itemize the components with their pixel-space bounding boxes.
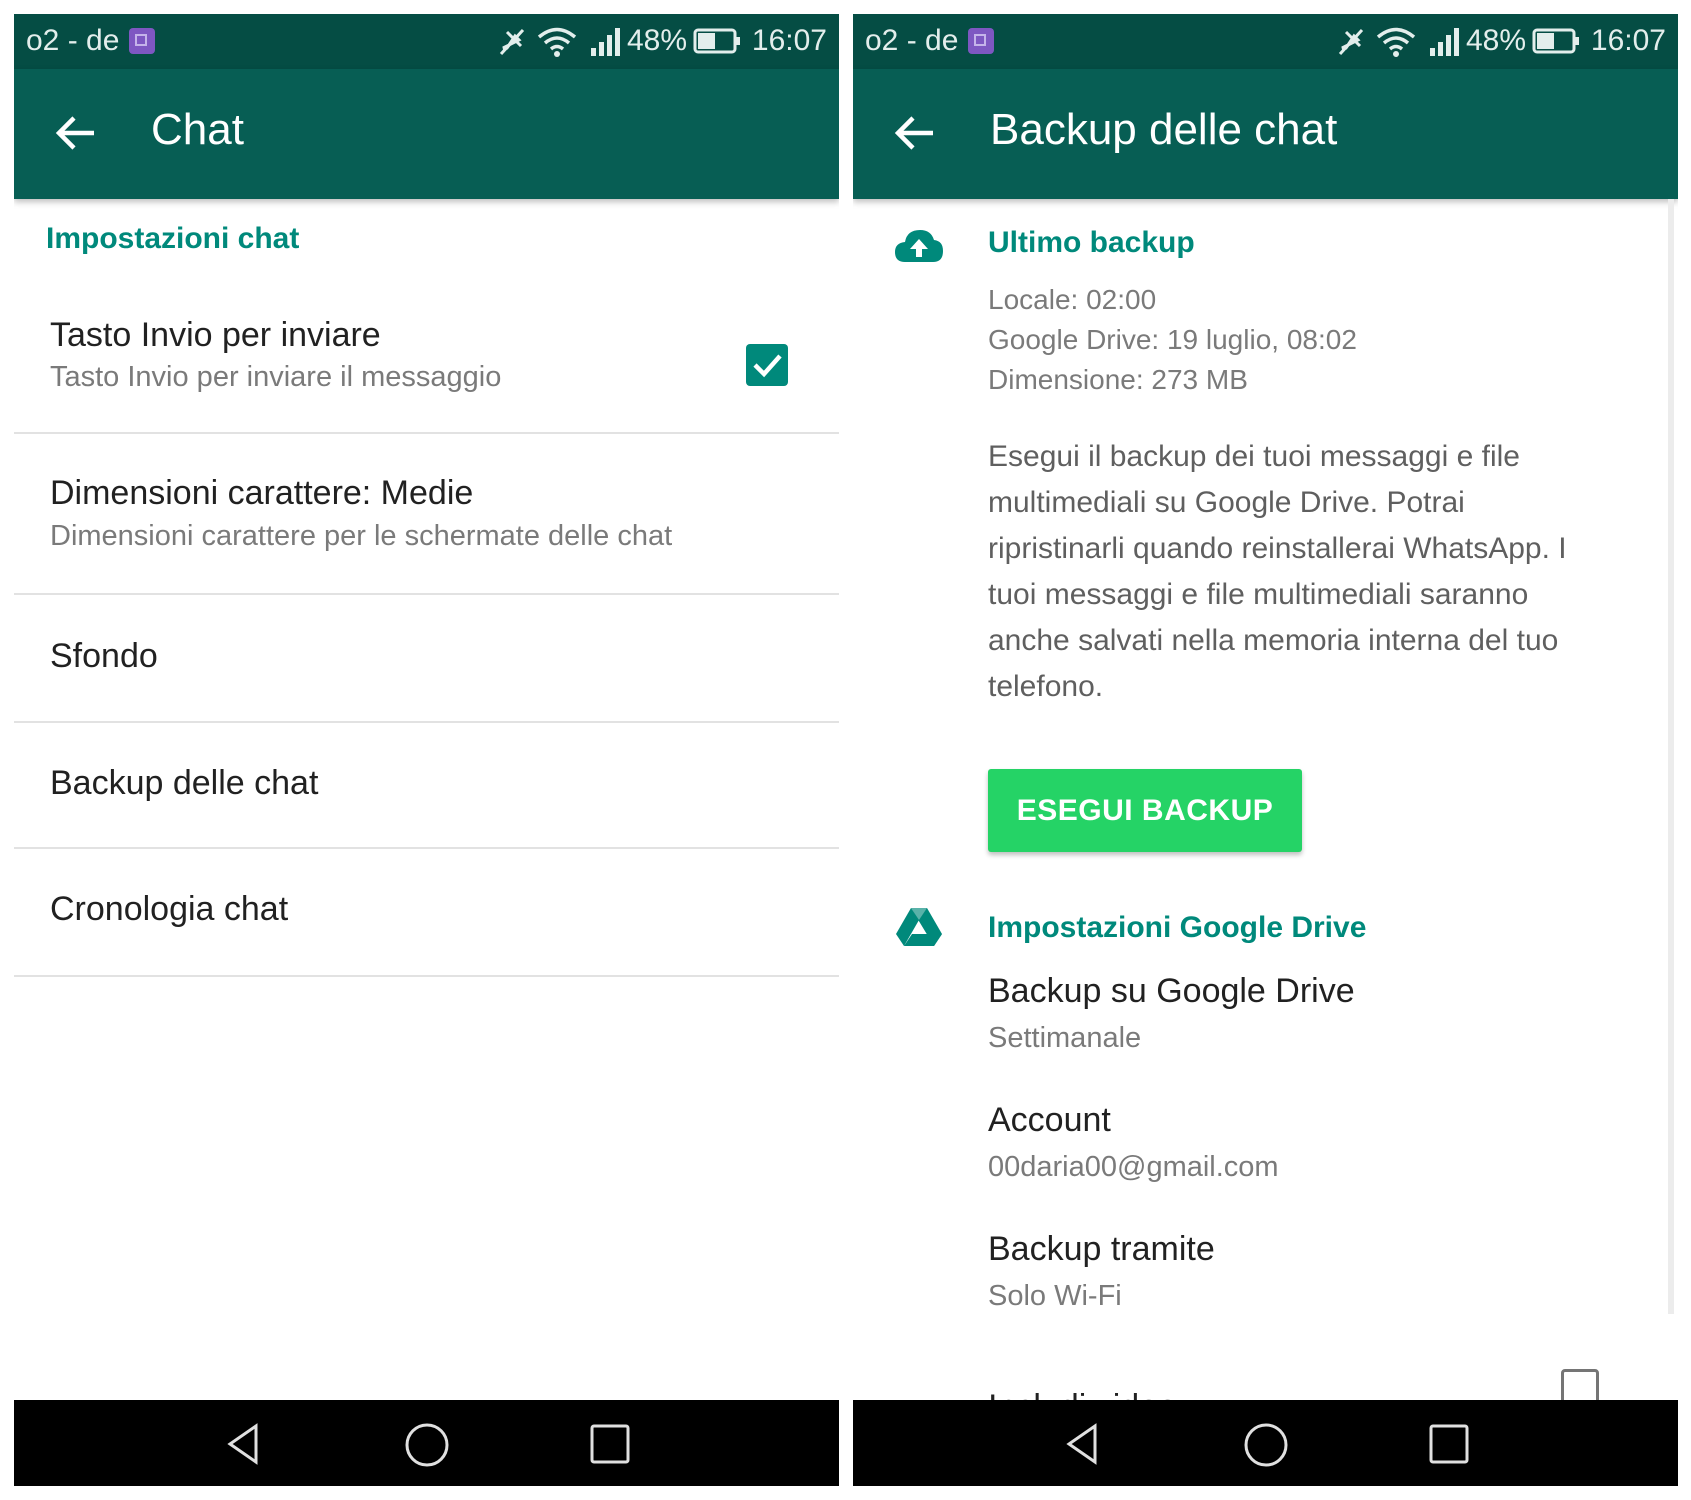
carrier-label: o2 - de: [26, 24, 120, 57]
backup-description: Esegui il backup dei tuoi messaggi e fil…: [988, 440, 1567, 703]
chat-backup-screen: o2 - de 48% 16:07 Backup delle chat Ulti…: [853, 14, 1678, 1486]
status-bar: o2 - de 48% 16:07: [853, 14, 1678, 69]
last-backup-local: Locale: 02:00: [988, 284, 1157, 315]
section-header-chat-settings: Impostazioni chat: [46, 222, 300, 255]
battery-icon: [1532, 28, 1579, 54]
carrier-label: o2 - de: [865, 24, 959, 57]
pref-title: Cronologia chat: [50, 890, 289, 928]
pref-subtitle: Tasto Invio per inviare il messaggio: [50, 361, 502, 393]
pref-chat-backup[interactable]: Backup delle chat: [14, 723, 839, 849]
screenshot-notification-icon: [129, 28, 155, 54]
nav-recents-icon[interactable]: [589, 1422, 631, 1466]
last-backup-google-drive: Google Drive: 19 luglio, 08:02: [988, 324, 1357, 355]
back-arrow-icon[interactable]: [893, 111, 937, 155]
pref-wallpaper[interactable]: Sfondo: [14, 595, 839, 723]
navigation-bar: [14, 1400, 839, 1486]
nav-back-icon[interactable]: [1061, 1422, 1105, 1466]
battery-icon: [693, 28, 740, 54]
setting-value: 00daria00@gmail.com: [988, 1151, 1279, 1183]
nav-home-icon[interactable]: [1243, 1422, 1289, 1468]
pref-enter-to-send[interactable]: Tasto Invio per inviare Tasto Invio per …: [14, 284, 839, 434]
clock: 16:07: [751, 24, 827, 57]
mute-icon: [1338, 28, 1364, 56]
section-header-last-backup: Ultimo backup: [988, 226, 1195, 259]
pref-title: Backup delle chat: [50, 764, 319, 802]
status-bar: o2 - de 48% 16:07: [14, 14, 839, 69]
wifi-icon: [1376, 27, 1416, 57]
setting-value: Solo Wi-Fi: [988, 1280, 1122, 1312]
scrollbar[interactable]: [1668, 199, 1674, 1314]
battery-percent: 48%: [1466, 24, 1527, 57]
navigation-bar: [853, 1400, 1678, 1486]
battery-percent: 48%: [627, 24, 688, 57]
backup-now-button[interactable]: ESEGUI BACKUP: [988, 769, 1302, 852]
pref-chat-history[interactable]: Cronologia chat: [14, 849, 839, 977]
mute-icon: [499, 28, 525, 56]
pref-title: Dimensioni carattere: Medie: [50, 474, 474, 512]
signal-icon: [591, 28, 620, 56]
setting-value: Settimanale: [988, 1022, 1142, 1054]
pref-title: Tasto Invio per inviare: [50, 316, 381, 354]
setting-title: Backup su Google Drive: [988, 972, 1355, 1010]
pref-title: Sfondo: [50, 637, 158, 675]
page-title: Chat: [151, 105, 244, 154]
app-bar: Backup delle chat: [853, 69, 1678, 199]
back-arrow-icon[interactable]: [54, 111, 98, 155]
screenshot-notification-icon: [968, 28, 994, 54]
nav-recents-icon[interactable]: [1428, 1422, 1470, 1466]
setting-title: Backup tramite: [988, 1230, 1215, 1268]
page-title: Backup delle chat: [990, 105, 1338, 154]
checkmark-icon: [753, 354, 782, 378]
nav-back-icon[interactable]: [222, 1422, 266, 1466]
pref-font-size[interactable]: Dimensioni carattere: Medie Dimensioni c…: [14, 434, 839, 595]
chat-settings-screen: o2 - de 48% 16:07 Chat Impostazioni chat…: [14, 14, 839, 1486]
enter-to-send-checkbox[interactable]: [746, 344, 788, 386]
pref-subtitle: Dimensioni carattere per le schermate de…: [50, 520, 673, 552]
cloud-upload-icon: [895, 230, 943, 262]
signal-icon: [1430, 28, 1459, 56]
last-backup-size: Dimensione: 273 MB: [988, 364, 1248, 395]
google-drive-icon: [896, 908, 942, 946]
wifi-icon: [537, 27, 577, 57]
app-bar: Chat: [14, 69, 839, 199]
clock: 16:07: [1590, 24, 1666, 57]
nav-home-icon[interactable]: [404, 1422, 450, 1468]
section-header-drive-settings: Impostazioni Google Drive: [988, 911, 1367, 944]
setting-title: Account: [988, 1101, 1111, 1139]
